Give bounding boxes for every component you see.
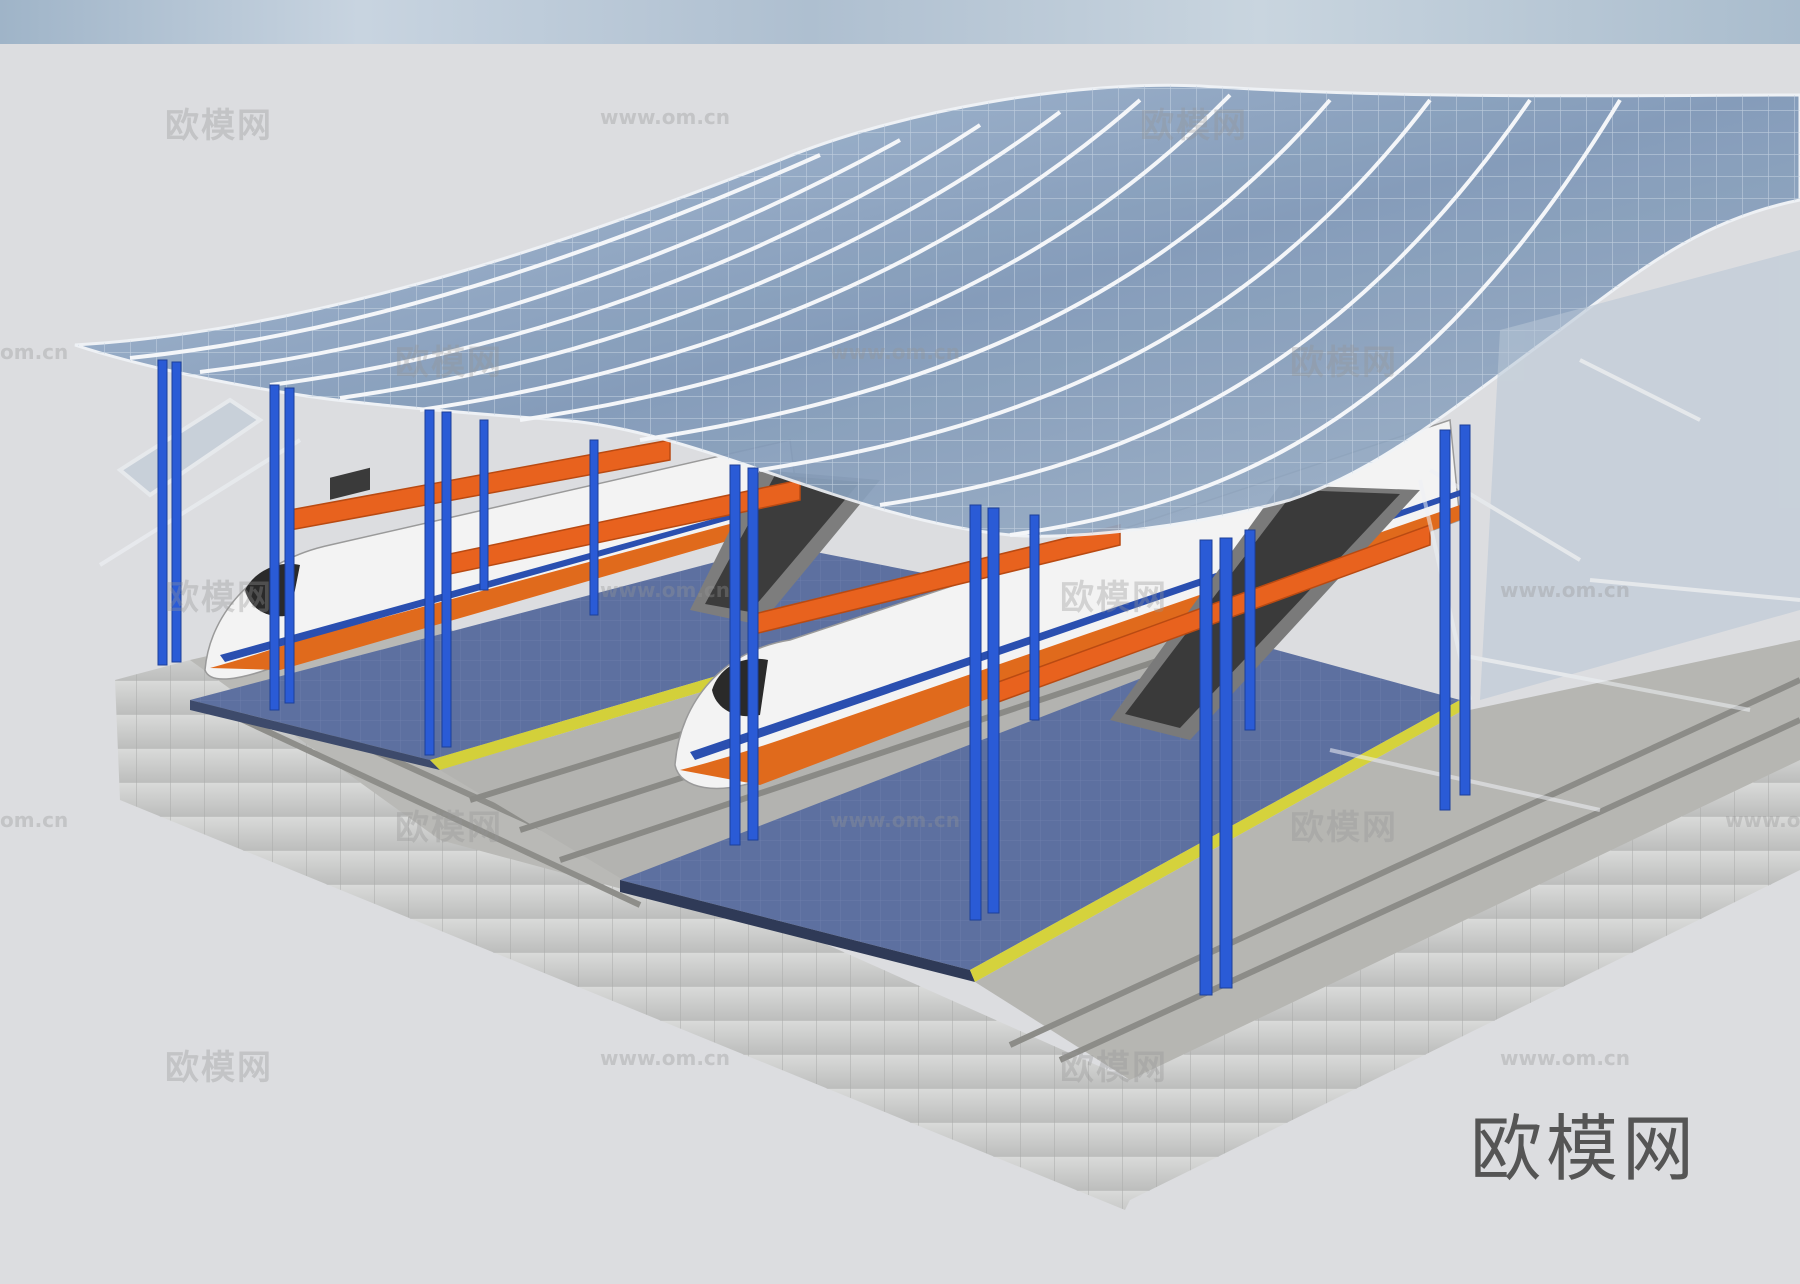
brand-label: 欧模网 xyxy=(1470,1107,1699,1191)
